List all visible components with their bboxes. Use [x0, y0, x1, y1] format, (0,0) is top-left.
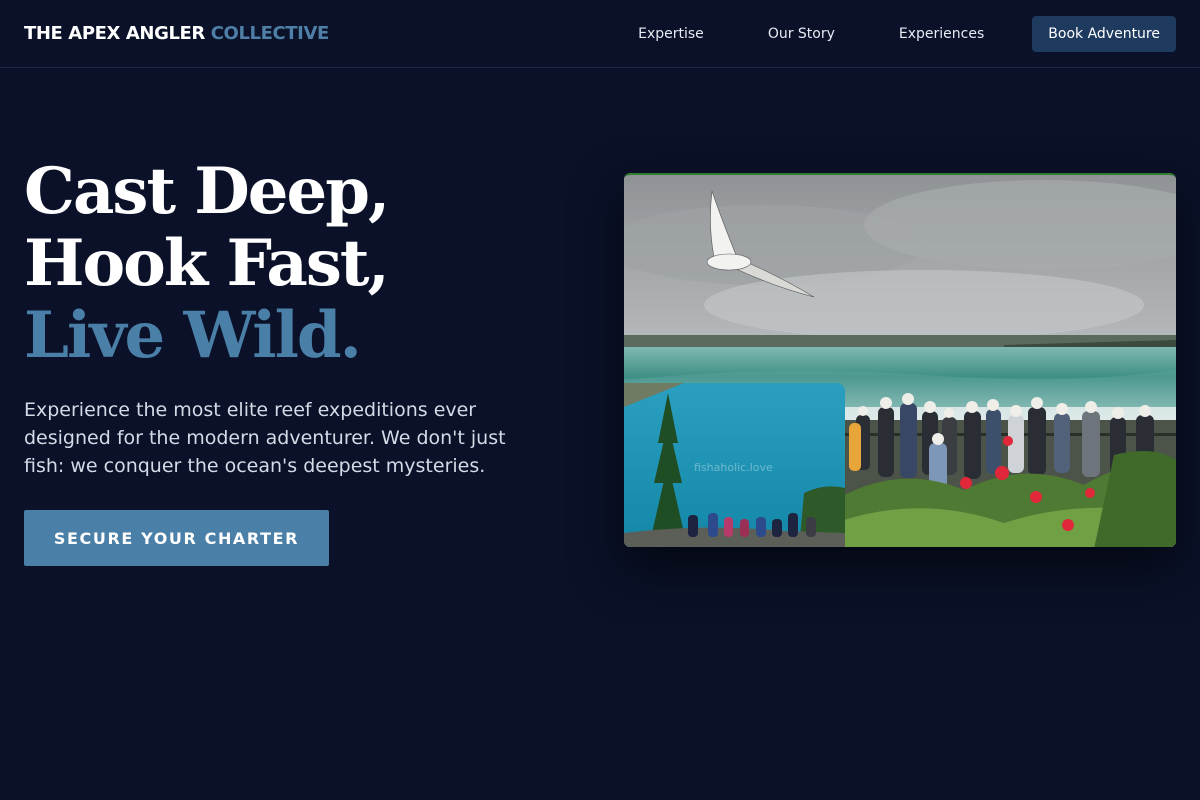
- nav-link-our-story[interactable]: Our Story: [768, 26, 835, 42]
- nav-link-expertise[interactable]: Expertise: [638, 26, 704, 42]
- hero-title: Cast Deep, Hook Fast, Live Wild.: [24, 154, 390, 373]
- brand-name: THE APEX ANGLER: [24, 23, 205, 44]
- book-adventure-button[interactable]: Book Adventure: [1032, 15, 1176, 52]
- secure-charter-button[interactable]: SECURE YOUR CHARTER: [24, 510, 329, 566]
- brand-logo[interactable]: THE APEX ANGLER COLLECTIVE: [24, 23, 329, 44]
- nav-link-experiences[interactable]: Experiences: [899, 26, 984, 42]
- main-nav: Expertise Our Story Experiences Book Adv…: [638, 15, 1176, 52]
- hero-photo: fishaholic.love: [624, 173, 1176, 547]
- hero-title-line-2: Hook Fast,: [24, 226, 390, 301]
- hero-title-line-1: Cast Deep,: [24, 154, 390, 229]
- hero-title-line-3: Live Wild.: [24, 298, 362, 373]
- lake-inset-photo: fishaholic.love: [624, 383, 845, 547]
- hero-subtitle: Experience the most elite reef expeditio…: [24, 399, 506, 477]
- brand-suffix: COLLECTIVE: [210, 23, 330, 44]
- site-header: THE APEX ANGLER COLLECTIVE Expertise Our…: [0, 0, 1200, 68]
- photo-watermark: fishaholic.love: [694, 461, 773, 474]
